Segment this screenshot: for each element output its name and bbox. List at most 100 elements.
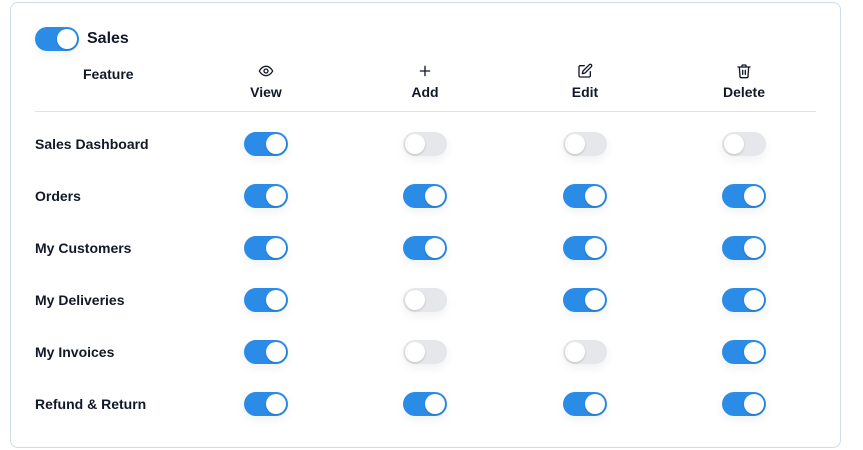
add-permission-toggle[interactable]	[403, 288, 447, 312]
delete-permission-toggle[interactable]	[722, 236, 766, 260]
edit-column-header: Edit	[525, 60, 645, 100]
edit-permission-cell	[563, 288, 607, 317]
edit-permission-cell	[563, 132, 607, 161]
edit-permission-cell	[563, 236, 607, 265]
toggle-knob	[266, 342, 286, 362]
view-permission-toggle[interactable]	[244, 288, 288, 312]
toggle-knob	[565, 134, 585, 154]
view-permission-cell	[244, 288, 288, 317]
plus-icon	[419, 65, 431, 77]
add-permission-toggle[interactable]	[403, 184, 447, 208]
view-permission-cell	[244, 236, 288, 265]
view-permission-cell	[244, 184, 288, 213]
delete-permission-toggle[interactable]	[722, 288, 766, 312]
module-title: Sales	[87, 30, 129, 47]
toggle-knob	[585, 186, 605, 206]
add-permission-toggle[interactable]	[403, 392, 447, 416]
toggle-knob	[425, 186, 445, 206]
delete-permission-cell	[722, 392, 766, 421]
add-column-header: Add	[365, 60, 485, 100]
header-divider	[35, 111, 816, 112]
edit-permission-toggle[interactable]	[563, 132, 607, 156]
delete-permission-toggle[interactable]	[722, 340, 766, 364]
toggle-knob	[405, 290, 425, 310]
feature-name: Refund & Return	[35, 396, 147, 412]
delete-permission-cell	[722, 236, 766, 265]
delete-permission-cell	[722, 184, 766, 213]
view-column-header: View	[206, 60, 326, 100]
table-row: Refund & Return	[0, 392, 863, 416]
edit-icon	[578, 63, 593, 78]
edit-column-label: Edit	[571, 84, 599, 100]
table-row: My Invoices	[0, 340, 863, 364]
add-permission-cell	[403, 392, 447, 421]
table-row: My Customers	[0, 236, 863, 260]
add-permission-toggle[interactable]	[403, 340, 447, 364]
edit-permission-toggle[interactable]	[563, 236, 607, 260]
add-column-label: Add	[411, 84, 439, 100]
feature-name: My Customers	[35, 240, 132, 256]
toggle-knob	[744, 394, 764, 414]
delete-permission-toggle[interactable]	[722, 392, 766, 416]
delete-permission-toggle[interactable]	[722, 184, 766, 208]
toggle-knob	[744, 342, 764, 362]
add-permission-toggle[interactable]	[403, 132, 447, 156]
view-permission-cell	[244, 392, 288, 421]
toggle-knob	[585, 394, 605, 414]
toggle-knob	[585, 290, 605, 310]
add-permission-cell	[403, 132, 447, 161]
add-permission-cell	[403, 288, 447, 317]
add-permission-cell	[403, 236, 447, 265]
table-row: Sales Dashboard	[0, 132, 863, 156]
feature-column-header: Feature	[83, 66, 134, 82]
module-toggle[interactable]	[35, 27, 79, 51]
delete-permission-toggle[interactable]	[722, 132, 766, 156]
feature-name: My Invoices	[35, 344, 115, 360]
table-row: My Deliveries	[0, 288, 863, 312]
view-permission-toggle[interactable]	[244, 184, 288, 208]
toggle-knob	[425, 238, 445, 258]
trash-icon	[737, 64, 751, 79]
toggle-knob	[744, 290, 764, 310]
toggle-knob	[405, 134, 425, 154]
feature-name: Orders	[35, 188, 81, 204]
feature-name: Sales Dashboard	[35, 136, 149, 152]
eye-icon	[258, 65, 274, 77]
delete-column-label: Delete	[722, 84, 766, 100]
view-column-label: View	[250, 84, 282, 100]
edit-permission-cell	[563, 340, 607, 369]
edit-permission-cell	[563, 392, 607, 421]
view-permission-toggle[interactable]	[244, 236, 288, 260]
view-permission-toggle[interactable]	[244, 132, 288, 156]
add-permission-cell	[403, 184, 447, 213]
edit-permission-toggle[interactable]	[563, 392, 607, 416]
edit-permission-toggle[interactable]	[563, 340, 607, 364]
view-permission-toggle[interactable]	[244, 340, 288, 364]
delete-column-header: Delete	[684, 60, 804, 100]
view-permission-toggle[interactable]	[244, 392, 288, 416]
table-row: Orders	[0, 184, 863, 208]
toggle-knob	[565, 342, 585, 362]
toggle-knob	[266, 394, 286, 414]
toggle-knob	[266, 134, 286, 154]
edit-permission-toggle[interactable]	[563, 288, 607, 312]
toggle-knob	[724, 134, 744, 154]
delete-permission-cell	[722, 132, 766, 161]
edit-permission-toggle[interactable]	[563, 184, 607, 208]
view-permission-cell	[244, 340, 288, 369]
delete-permission-cell	[722, 340, 766, 369]
add-permission-toggle[interactable]	[403, 236, 447, 260]
toggle-knob	[425, 394, 445, 414]
add-permission-cell	[403, 340, 447, 369]
feature-name: My Deliveries	[35, 292, 125, 308]
toggle-knob	[585, 238, 605, 258]
toggle-knob	[266, 238, 286, 258]
edit-permission-cell	[563, 184, 607, 213]
module-header: Sales	[35, 27, 129, 51]
toggle-knob	[266, 186, 286, 206]
toggle-knob	[405, 342, 425, 362]
toggle-knob	[744, 238, 764, 258]
toggle-knob	[266, 290, 286, 310]
view-permission-cell	[244, 132, 288, 161]
toggle-knob	[744, 186, 764, 206]
